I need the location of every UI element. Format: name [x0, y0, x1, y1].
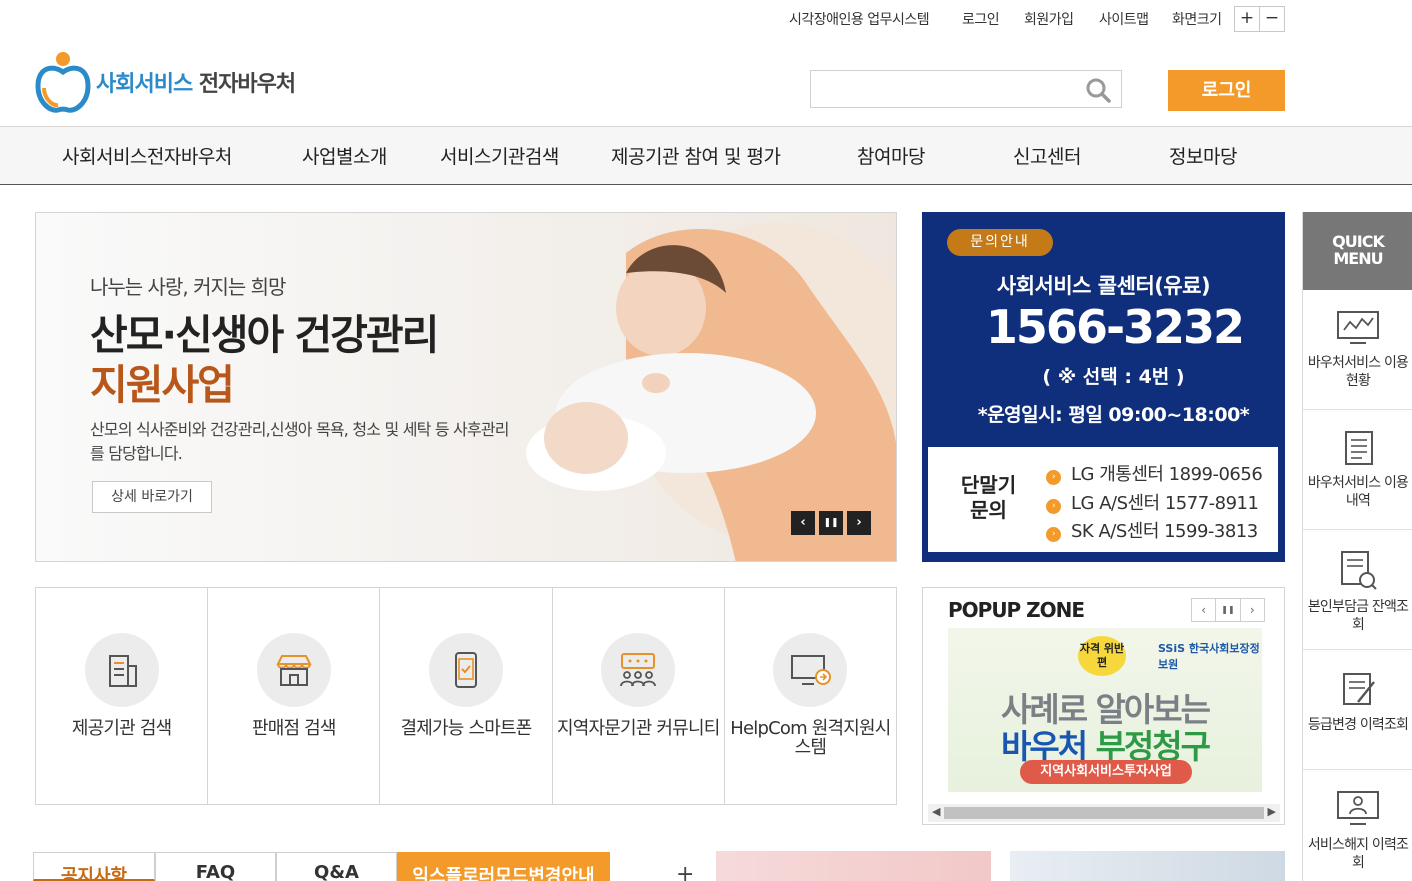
popup-zone-title: POPUP ZONE	[948, 598, 1085, 622]
call-center-hours: *운영일시: 평일 09:00~18:00*	[977, 404, 1250, 426]
chart-monitor-icon	[1337, 311, 1379, 344]
shortcut-smartphone[interactable]: 결제가능 스마트폰	[380, 588, 553, 804]
nav-report[interactable]: 신고센터	[1013, 142, 1081, 169]
shortcut-icon-circle	[84, 633, 159, 707]
shortcut-menu: 제공기관 검색 판매점 검색 결제가능 스마트폰 지역자문기관 커뮤니티 Hel…	[35, 587, 897, 805]
contact-panel: 문의안내 사회서비스 콜센터(유료) 1566-3232 ( ※ 선택 : 4번…	[922, 212, 1285, 562]
user-monitor-icon	[1337, 791, 1379, 825]
shortcut-icon-circle	[256, 633, 331, 707]
contact-badge: 문의안내	[947, 229, 1053, 256]
quick-balance-check[interactable]: 본인부담금 잔액조회	[1303, 530, 1412, 650]
nav-participation[interactable]: 참여마당	[857, 142, 925, 169]
scrollbar-thumb[interactable]	[944, 807, 1264, 819]
banner-title-highlight: 지원사업	[90, 361, 235, 409]
accessibility-link[interactable]: 시각장애인용 업무시스템	[789, 9, 930, 29]
shortcut-icon-circle	[773, 633, 848, 707]
zoom-out-button[interactable]: −	[1260, 7, 1284, 31]
shortcut-store-search[interactable]: 판매점 검색	[208, 588, 381, 804]
terminal-line: › SK A/S센터 1599-3813	[1046, 517, 1258, 543]
shortcut-icon-circle	[429, 633, 503, 707]
popup-pause-button[interactable]: ❚❚	[1216, 599, 1241, 621]
util-login-link[interactable]: 로그인	[962, 9, 1000, 29]
site-logo[interactable]: 사회서비스 전자바우처	[34, 50, 296, 114]
popup-tag: 지역사회서비스투자사업	[1020, 760, 1192, 784]
monitor-icon	[791, 655, 832, 685]
promo-thumbnail[interactable]	[1010, 851, 1285, 881]
smartphone-icon	[455, 652, 477, 688]
store-icon	[276, 655, 312, 686]
board-tabs: 공지사항 FAQ Q&A 익스플로러모드변경안내	[33, 852, 610, 881]
quick-menu: QUICK MENU 바우처서비스 이용현황 바우처서비스 이용내역 본인부담금 …	[1302, 212, 1412, 881]
popup-zone: POPUP ZONE ‹ ❚❚ › 자격 위반편 SSiS 한국사회보장정보원 …	[922, 587, 1285, 825]
nav-provider-eval[interactable]: 제공기관 참여 및 평가	[611, 142, 781, 169]
call-center-title: 사회서비스 콜센터(유료)	[996, 274, 1211, 298]
quick-cancel-history[interactable]: 서비스해지 이력조회	[1303, 770, 1412, 881]
popup-banner-image[interactable]: 자격 위반편 SSiS 한국사회보장정보원 사례로 알아보는 바우처 부정청구 …	[948, 628, 1262, 792]
quick-usage-history[interactable]: 바우처서비스 이용내역	[1303, 410, 1412, 530]
scroll-right-icon[interactable]: ▶	[1268, 805, 1276, 818]
quick-grade-history[interactable]: 등급변경 이력조회	[1303, 650, 1412, 770]
banner-prev-button[interactable]: ‹	[791, 511, 815, 535]
arrow-bullet-icon: ›	[1046, 499, 1061, 514]
popup-badge: 자격 위반편	[1078, 636, 1126, 676]
main-navigation: 사회서비스전자바우처 사업별소개 서비스기관검색 제공기관 참여 및 평가 참여…	[0, 126, 1412, 185]
call-center-phone: 1566-3232	[985, 300, 1245, 354]
main-banner: 나누는 사랑, 커지는 희망 산모·신생아 건강관리 지원사업 산모의 식사준비…	[35, 212, 897, 562]
tab-explorer-mode[interactable]: 익스플로러모드변경안내	[397, 852, 610, 881]
scroll-left-icon[interactable]: ◀	[932, 805, 940, 818]
popup-controls: ‹ ❚❚ ›	[1191, 598, 1265, 622]
promo-thumbnail[interactable]	[716, 851, 991, 881]
terminal-inquiry-box: 단말기 문의 › LG 개통센터 1899-0656 › LG A/S센터 1577…	[928, 447, 1278, 552]
tab-notice[interactable]: 공지사항	[33, 852, 155, 881]
popup-scrollbar[interactable]: ◀ ▶	[928, 804, 1280, 822]
community-icon	[620, 653, 657, 687]
signup-link[interactable]: 회원가입	[1024, 9, 1074, 29]
logo-text: 사회서비스 전자바우처	[96, 72, 296, 97]
shortcut-community[interactable]: 지역자문기관 커뮤니티	[553, 588, 725, 804]
nav-info[interactable]: 정보마당	[1169, 142, 1237, 169]
banner-pause-button[interactable]: ❚❚	[819, 511, 843, 535]
utility-bar: 시각장애인용 업무시스템 로그인 회원가입 사이트맵 화면크기 + −	[0, 0, 1412, 40]
shortcut-icon-circle	[601, 633, 676, 707]
nav-business[interactable]: 사업별소개	[302, 142, 387, 169]
zoom-in-button[interactable]: +	[1235, 7, 1260, 31]
document-search-icon	[1341, 551, 1377, 590]
building-icon	[108, 655, 137, 687]
banner-description: 산모의 식사준비와 건강관리,신생아 목욕, 청소 및 세탁 등 사후관리를 담…	[90, 420, 510, 463]
quick-usage-status[interactable]: 바우처서비스 이용현황	[1303, 290, 1412, 410]
zoom-controls: + −	[1234, 6, 1285, 32]
banner-more-button[interactable]: 상세 바로가기	[92, 481, 212, 513]
terminal-inquiry-label: 단말기 문의	[960, 473, 1017, 522]
popup-next-button[interactable]: ›	[1241, 599, 1264, 621]
banner-subtitle: 나누는 사랑, 커지는 희망	[90, 275, 286, 299]
terminal-line: › LG A/S센터 1577-8911	[1046, 489, 1259, 515]
search-box[interactable]	[810, 70, 1122, 108]
zoom-label: 화면크기	[1172, 12, 1222, 28]
search-input[interactable]	[811, 71, 1071, 107]
tab-qna[interactable]: Q&A	[276, 852, 397, 881]
tab-faq[interactable]: FAQ	[155, 852, 276, 881]
arrow-bullet-icon: ›	[1046, 470, 1061, 485]
nav-agency-search[interactable]: 서비스기관검색	[440, 142, 559, 169]
search-icon[interactable]	[1085, 77, 1111, 103]
document-edit-icon	[1343, 673, 1375, 705]
shortcut-provider-search[interactable]: 제공기관 검색	[36, 588, 209, 804]
apple-logo-icon	[35, 52, 91, 113]
call-center-option: ( ※ 선택 : 4번 )	[1042, 366, 1185, 388]
shortcut-helpcom[interactable]: HelpCom 원격지원시스템	[725, 588, 896, 804]
arrow-bullet-icon: ›	[1046, 527, 1061, 542]
login-button[interactable]: 로그인	[1168, 70, 1285, 111]
mother-baby-photo	[526, 223, 896, 561]
board-more-button[interactable]: +	[676, 862, 694, 881]
quick-menu-title: QUICK MENU	[1303, 212, 1412, 290]
sitemap-link[interactable]: 사이트맵	[1099, 9, 1149, 29]
document-list-icon	[1345, 431, 1373, 465]
banner-next-button[interactable]: ›	[847, 511, 871, 535]
popup-prev-button[interactable]: ‹	[1192, 599, 1217, 621]
ssis-logo: SSiS 한국사회보장정보원	[1158, 642, 1260, 671]
nav-voucher[interactable]: 사회서비스전자바우처	[62, 142, 232, 169]
terminal-line: › LG 개통센터 1899-0656	[1046, 460, 1263, 486]
